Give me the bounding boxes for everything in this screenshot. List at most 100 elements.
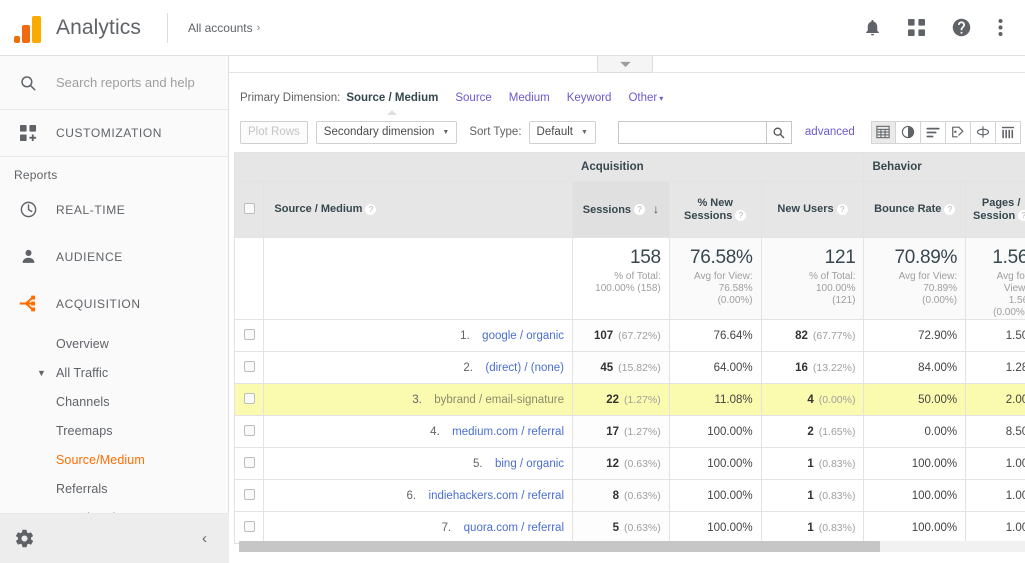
sort-descending-icon[interactable]: ↓ (653, 203, 659, 216)
sidebar-item-overview[interactable]: Overview (0, 329, 228, 358)
plot-rows-button[interactable]: Plot Rows (240, 121, 308, 144)
sidebar-item-channels[interactable]: Channels (0, 387, 228, 416)
column-header-sessions[interactable]: Sessions?↓ (573, 182, 670, 238)
column-header-new-sessions-label: % New Sessions (684, 197, 733, 222)
column-header-new-sessions[interactable]: % New Sessions? (669, 182, 761, 238)
sidebar-item-customization[interactable]: CUSTOMIZATION (0, 110, 228, 157)
performance-view-icon[interactable] (921, 121, 946, 144)
row-checkbox[interactable] (244, 457, 255, 468)
row-checkbox[interactable] (244, 393, 255, 404)
table-row[interactable]: 2.(direct) / (none)45(15.82%)64.00%16(13… (235, 352, 1025, 384)
row-checkbox[interactable] (244, 425, 255, 436)
sort-type-dropdown[interactable]: Default ▼ (529, 121, 596, 144)
column-header-new-users[interactable]: New Users? (761, 182, 864, 238)
table-row[interactable]: 1.google / organic107(67.72%)76.64%82(67… (235, 320, 1025, 352)
row-checkbox-cell[interactable] (235, 320, 264, 352)
row-checkbox-cell[interactable] (235, 416, 264, 448)
comparison-view-icon[interactable] (946, 121, 971, 144)
row-bounce-rate: 100.00% (864, 512, 966, 544)
row-source-medium-link[interactable]: bing / organic (495, 458, 564, 470)
sidebar-item-all-traffic[interactable]: ▼ All Traffic (0, 358, 228, 387)
row-checkbox[interactable] (244, 489, 255, 500)
help-icon[interactable]: ? (365, 204, 376, 215)
table-row[interactable]: 5.bing / organic12(0.63%)100.00%1(0.83%)… (235, 448, 1025, 480)
row-checkbox-cell[interactable] (235, 480, 264, 512)
row-source-medium-link[interactable]: medium.com / referral (452, 426, 564, 438)
help-icon[interactable]: ? (735, 210, 746, 221)
row-sessions-pct: (1.27%) (624, 394, 661, 406)
horizontal-scrollbar-thumb[interactable] (239, 541, 880, 552)
sidebar-item-real-time[interactable]: REAL-TIME (0, 186, 228, 233)
settings-icon[interactable] (0, 514, 49, 563)
table-row[interactable]: 7.quora.com / referral5(0.63%)100.00%1(0… (235, 512, 1025, 544)
plot-rows-label: Plot Rows (248, 126, 300, 138)
primary-dimension-current: Source / Medium (346, 92, 438, 104)
row-source-medium: 1.google / organic (264, 320, 573, 352)
notifications-icon[interactable] (863, 18, 882, 37)
select-all-checkbox-cell[interactable] (235, 182, 264, 238)
row-sessions-value: 12 (606, 458, 619, 470)
help-icon[interactable] (951, 17, 972, 38)
row-sessions-pct: (0.63%) (624, 458, 661, 470)
sidebar-search[interactable] (0, 56, 228, 110)
sidebar-item-acquisition[interactable]: ACQUISITION (0, 280, 228, 327)
table-search-button[interactable] (766, 121, 792, 144)
dimension-link-source[interactable]: Source (455, 92, 491, 104)
row-source-medium: 4.medium.com / referral (264, 416, 573, 448)
row-checkbox[interactable] (244, 521, 255, 532)
table-row[interactable]: 3.bybrand / email-signature22(1.27%)11.0… (235, 384, 1025, 416)
sidebar-item-audience[interactable]: AUDIENCE (0, 233, 228, 280)
dimension-link-keyword[interactable]: Keyword (567, 92, 612, 104)
column-header-bounce-rate[interactable]: Bounce Rate? (864, 182, 966, 238)
advanced-filter-link[interactable]: advanced (805, 126, 855, 138)
row-checkbox[interactable] (244, 361, 255, 372)
sidebar-item-treemaps[interactable]: Treemaps (0, 416, 228, 445)
secondary-dimension-dropdown[interactable]: Secondary dimension ▼ (316, 121, 458, 144)
pivot-view-icon[interactable] (971, 121, 996, 144)
summary-new-sessions: 76.58% Avg for View: 76.58% (0.00%) (669, 238, 761, 320)
column-header-pages-session[interactable]: Pages / Session? (966, 182, 1025, 238)
table-row[interactable]: 4.medium.com / referral17(1.27%)100.00%2… (235, 416, 1025, 448)
row-source-medium-link[interactable]: (direct) / (none) (485, 362, 564, 374)
row-new-users: 1(0.83%) (761, 512, 864, 544)
table-view-icon[interactable] (871, 121, 896, 144)
more-options-icon[interactable] (998, 18, 1003, 37)
sidebar-reports-label: Reports (0, 157, 228, 186)
horizontal-scrollbar[interactable] (239, 541, 1025, 552)
row-source-medium-link[interactable]: bybrand / email-signature (434, 394, 564, 406)
pie-chart-view-icon[interactable] (896, 121, 921, 144)
summary-bounce-rate-value: 70.89% (872, 247, 957, 269)
help-icon[interactable]: ? (1018, 210, 1025, 221)
help-icon[interactable]: ? (837, 204, 848, 215)
dimension-other-dropdown[interactable]: Other▾ (628, 92, 663, 104)
sidebar-item-referrals[interactable]: Referrals (0, 474, 228, 503)
row-source-medium-link[interactable]: indiehackers.com / referral (429, 490, 565, 502)
row-new-users-value: 1 (807, 490, 813, 502)
apps-grid-icon[interactable] (908, 19, 925, 36)
row-checkbox-cell[interactable] (235, 384, 264, 416)
row-source-medium-link[interactable]: google / organic (482, 330, 564, 342)
collapse-chart-button[interactable] (597, 56, 653, 73)
row-checkbox[interactable] (244, 329, 255, 340)
help-icon[interactable]: ? (634, 204, 645, 215)
report-table-container: Acquisition Behavior Conversions Source … (234, 152, 1025, 556)
search-input[interactable] (56, 75, 216, 90)
row-source-medium-link[interactable]: quora.com / referral (464, 522, 564, 534)
account-breadcrumb[interactable]: All accounts › (188, 21, 260, 35)
collapse-sidebar-button[interactable]: ‹ (202, 530, 207, 547)
help-icon[interactable]: ? (944, 204, 955, 215)
table-search-input[interactable] (618, 121, 766, 144)
dimension-link-medium[interactable]: Medium (509, 92, 550, 104)
row-index: 7. (442, 522, 464, 534)
select-all-checkbox[interactable] (244, 203, 255, 214)
table-row[interactable]: 6.indiehackers.com / referral8(0.63%)100… (235, 480, 1025, 512)
row-checkbox-cell[interactable] (235, 352, 264, 384)
column-header-source-medium[interactable]: Source / Medium? (264, 182, 573, 238)
summary-blank-cell (235, 238, 264, 320)
row-sessions-value: 45 (600, 362, 613, 374)
sidebar-item-source-medium[interactable]: Source/Medium (0, 445, 228, 474)
row-checkbox-cell[interactable] (235, 448, 264, 480)
bar-columns-view-icon[interactable] (996, 121, 1021, 144)
row-checkbox-cell[interactable] (235, 512, 264, 544)
sidebar-item-referrals-label: Referrals (56, 482, 108, 496)
